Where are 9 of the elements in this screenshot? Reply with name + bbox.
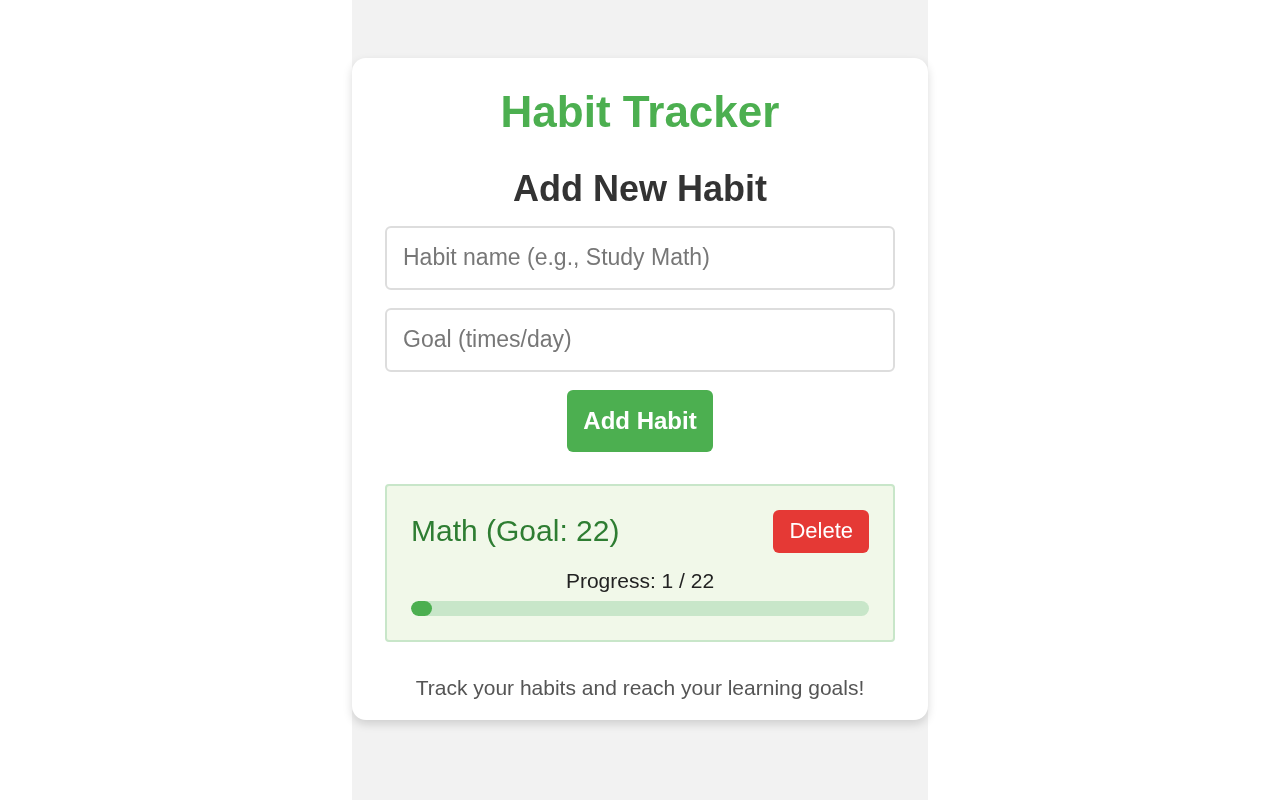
delete-button[interactable]: Delete bbox=[773, 510, 869, 553]
progress-label: Progress: 1 / 22 bbox=[564, 569, 716, 593]
add-habit-button[interactable]: Add Habit bbox=[567, 390, 713, 452]
form-heading: Add New Habit bbox=[513, 166, 767, 210]
habit-name-field[interactable]: Habit name (e.g., Study Math) bbox=[385, 226, 895, 290]
goal-field[interactable]: Goal (times/day) bbox=[385, 308, 895, 372]
app-title: Habit Tracker bbox=[500, 86, 780, 138]
habit-name: Math (Goal: 22) bbox=[411, 514, 620, 549]
footer-text: Track your habits and reach your learning goals! bbox=[415, 676, 865, 700]
